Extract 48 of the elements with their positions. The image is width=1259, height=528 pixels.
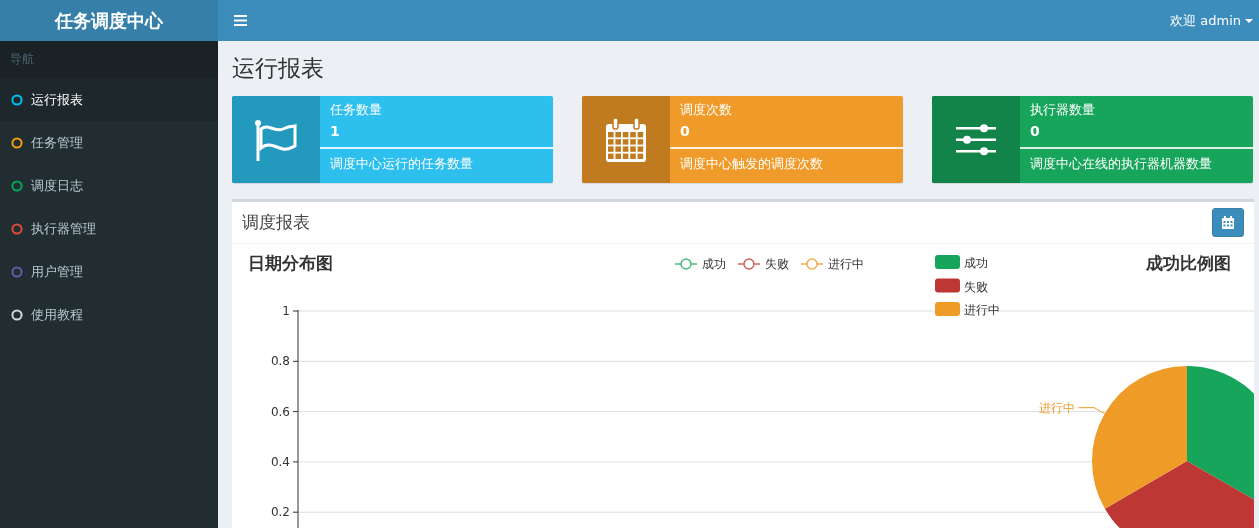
legend-item[interactable]: 进行中 <box>935 302 1000 317</box>
card-description: 调度中心在线的执行器机器数量 <box>1029 155 1213 173</box>
logo-title[interactable]: 任务调度中心 <box>0 0 218 41</box>
legend-item[interactable]: 成功 <box>935 255 988 270</box>
panel-title: 调度报表 <box>242 211 310 234</box>
sidebar-item[interactable]: 使用教程 <box>0 293 218 336</box>
flag-icon <box>254 118 298 161</box>
card-value: 1 <box>330 123 341 139</box>
sidebar-item[interactable]: 运行报表 <box>0 78 218 121</box>
legend-label: 进行中 <box>964 303 1000 317</box>
legend-item[interactable]: 失败 <box>737 257 789 271</box>
legend-item[interactable]: 进行中 <box>800 257 864 271</box>
sidebar-item[interactable]: 任务管理 <box>0 121 218 164</box>
calendar-icon <box>1222 216 1234 229</box>
chart-title: 日期分布图 <box>248 253 333 273</box>
leader-line <box>1077 407 1106 415</box>
card-title: 任务数量 <box>330 101 383 119</box>
axis-label: 0.6 <box>270 404 290 419</box>
axis-label: 1 <box>282 304 290 318</box>
menu-icon[interactable] <box>234 15 247 26</box>
sidebar-item[interactable]: 调度日志 <box>0 164 218 207</box>
legend-label: 失败 <box>765 257 789 271</box>
legend-item[interactable]: 成功 <box>674 257 726 271</box>
card-description: 调度中心触发的调度次数 <box>679 155 824 173</box>
card-value: 0 <box>1030 123 1041 139</box>
axis-label: 0.8 <box>270 354 290 369</box>
legend-label: 进行中 <box>828 257 864 271</box>
calendar-icon <box>605 117 647 162</box>
user-menu[interactable]: 欢迎 admin <box>1170 11 1241 30</box>
sidebar-item[interactable]: 执行器管理 <box>0 207 218 250</box>
legend-label: 成功 <box>702 257 726 271</box>
card-value: 0 <box>680 123 691 139</box>
page-title: 运行报表 <box>232 55 325 82</box>
slice-label: 进行中 <box>1039 400 1076 415</box>
legend-label: 失败 <box>964 279 988 294</box>
legend-label: 成功 <box>964 256 988 270</box>
sidebar-item[interactable]: 用户管理 <box>0 250 218 293</box>
legend-item[interactable]: 失败 <box>935 278 988 294</box>
axis-label: 0.4 <box>270 454 290 469</box>
caret-icon[interactable] <box>1245 18 1253 23</box>
card-title: 调度次数 <box>680 101 733 119</box>
card-title: 执行器数量 <box>1030 101 1096 119</box>
nav-header: 导航 <box>0 41 218 78</box>
sliders-icon <box>956 123 996 156</box>
axis-label: 0.2 <box>270 505 290 520</box>
date-picker-button[interactable] <box>1212 208 1244 237</box>
chart-title: 成功比例图 <box>1146 253 1231 273</box>
card-description: 调度中心运行的任务数量 <box>329 155 474 173</box>
